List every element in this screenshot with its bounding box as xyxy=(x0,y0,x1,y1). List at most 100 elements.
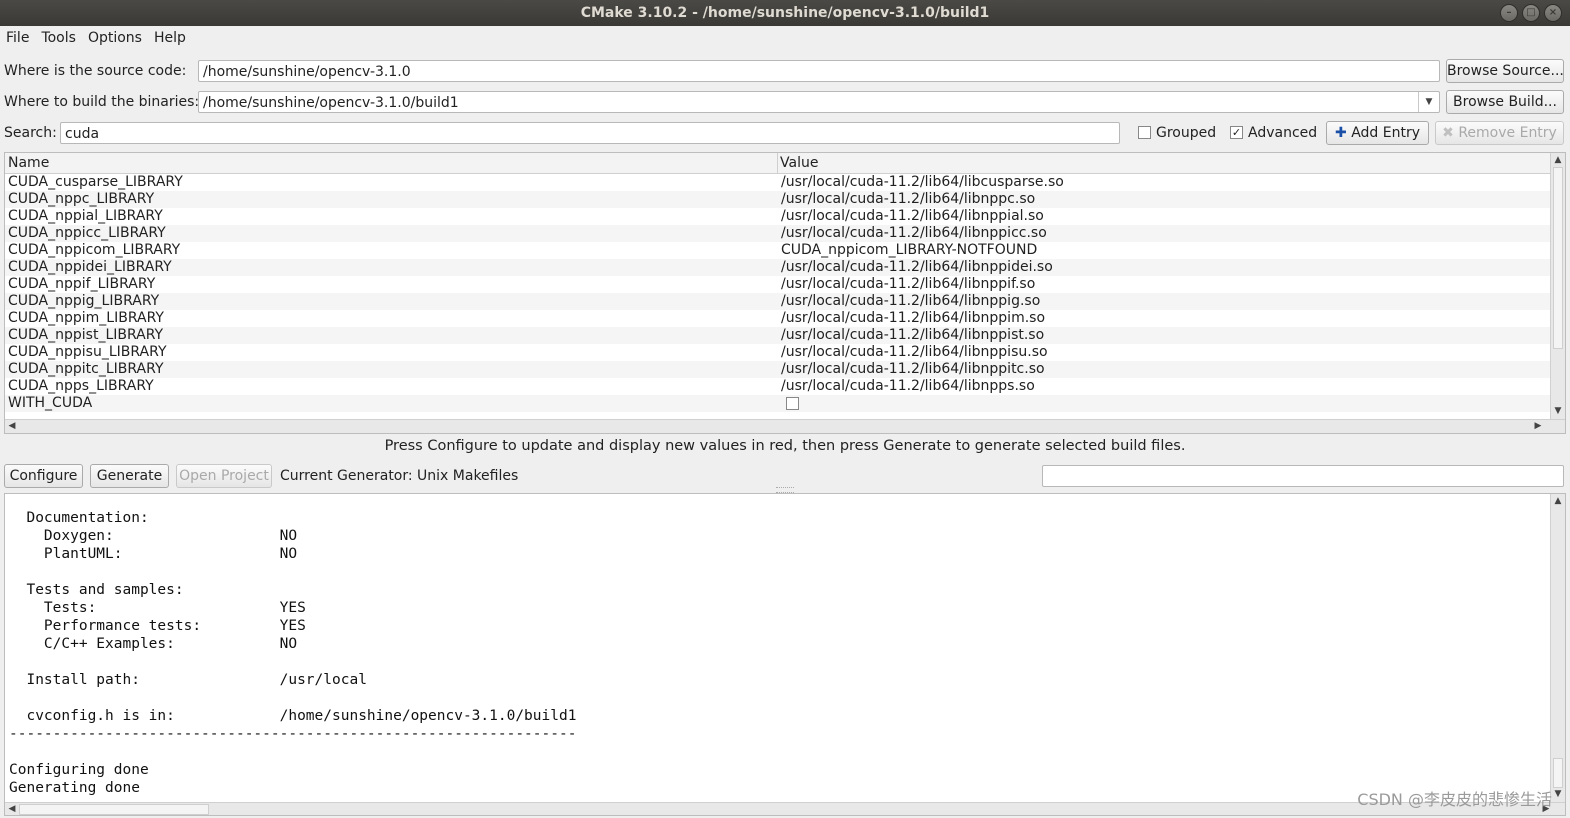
menu-bar: File Tools Options Help xyxy=(0,27,1570,51)
table-row[interactable]: CUDA_cusparse_LIBRARY/usr/local/cuda-11.… xyxy=(5,174,1553,191)
row-name: CUDA_nppidei_LIBRARY xyxy=(8,259,172,275)
scroll-up-icon[interactable]: ▲ xyxy=(1551,155,1565,165)
row-name: CUDA_nppitc_LIBRARY xyxy=(8,361,164,377)
row-value[interactable]: /usr/local/cuda-11.2/lib64/libnppidei.so xyxy=(781,259,1053,276)
cache-table: Name Value CUDA_cusparse_LIBRARY/usr/loc… xyxy=(4,152,1566,434)
with-cuda-checkbox-box[interactable] xyxy=(786,396,799,410)
table-row[interactable]: CUDA_nppim_LIBRARY/usr/local/cuda-11.2/l… xyxy=(5,310,1553,327)
grouped-checkbox[interactable]: Grouped xyxy=(1138,125,1216,141)
row-value[interactable]: /usr/local/cuda-11.2/lib64/libnppif.so xyxy=(781,276,1035,293)
table-row[interactable]: CUDA_nppig_LIBRARY/usr/local/cuda-11.2/l… xyxy=(5,293,1553,310)
remove-entry-button[interactable]: ✖ Remove Entry xyxy=(1435,121,1564,145)
output-log[interactable]: Documentation: Doxygen: NO PlantUML: NO … xyxy=(4,493,1566,816)
table-row[interactable]: CUDA_nppitc_LIBRARY/usr/local/cuda-11.2/… xyxy=(5,361,1553,378)
row-value[interactable]: /usr/local/cuda-11.2/lib64/libnppial.so xyxy=(781,208,1044,225)
row-name: CUDA_nppc_LIBRARY xyxy=(8,191,155,207)
table-row[interactable]: CUDA_nppicom_LIBRARY CUDA_nppicom_LIBRARY… xyxy=(5,242,1553,259)
output-horizontal-scrollbar[interactable]: ◀ ▶ xyxy=(5,802,1565,815)
progress-bar xyxy=(1042,465,1564,487)
row-value[interactable]: /usr/local/cuda-11.2/lib64/libnpps.so xyxy=(781,378,1035,395)
scroll-down-icon[interactable]: ▼ xyxy=(1551,789,1565,799)
build-path-combobox[interactable]: /home/sunshine/opencv-3.1.0/build1 ▼ xyxy=(198,91,1440,113)
table-rows: CUDA_cusparse_LIBRARY/usr/local/cuda-11.… xyxy=(5,174,1553,412)
table-row[interactable]: CUDA_nppist_LIBRARY/usr/local/cuda-11.2/… xyxy=(5,327,1553,344)
window-title: CMake 3.10.2 - /home/sunshine/opencv-3.1… xyxy=(580,5,990,21)
browse-build-button[interactable]: Browse Build... xyxy=(1446,90,1564,114)
row-name: CUDA_nppisu_LIBRARY xyxy=(8,344,167,360)
open-project-button[interactable]: Open Project xyxy=(176,464,272,488)
browse-source-button[interactable]: Browse Source... xyxy=(1446,59,1564,83)
table-row[interactable]: WITH_CUDA xyxy=(5,395,1553,412)
source-path-input[interactable]: /home/sunshine/opencv-3.1.0 xyxy=(198,60,1440,82)
add-entry-label: Add Entry xyxy=(1351,125,1420,141)
table-row[interactable]: CUDA_nppif_LIBRARY/usr/local/cuda-11.2/l… xyxy=(5,276,1553,293)
output-log-text: Documentation: Doxygen: NO PlantUML: NO … xyxy=(9,510,577,796)
chevron-down-icon[interactable]: ▼ xyxy=(1418,92,1439,112)
row-value[interactable]: /usr/local/cuda-11.2/lib64/libnppisu.so xyxy=(781,344,1048,361)
row-name: WITH_CUDA xyxy=(8,395,93,411)
column-header-name[interactable]: Name xyxy=(8,155,49,171)
row-name: CUDA_npps_LIBRARY xyxy=(8,378,154,394)
row-value[interactable]: /usr/local/cuda-11.2/lib64/libnppitc.so xyxy=(781,361,1045,378)
table-row[interactable]: CUDA_nppidei_LIBRARY/usr/local/cuda-11.2… xyxy=(5,259,1553,276)
close-icon[interactable]: × xyxy=(1544,4,1562,22)
table-row[interactable]: CUDA_nppc_LIBRARY/usr/local/cuda-11.2/li… xyxy=(5,191,1553,208)
table-row[interactable]: CUDA_nppicc_LIBRARY/usr/local/cuda-11.2/… xyxy=(5,225,1553,242)
build-path-value: /home/sunshine/opencv-3.1.0/build1 xyxy=(203,95,459,111)
scroll-down-icon[interactable]: ▼ xyxy=(1551,406,1565,416)
grouped-checkbox-box[interactable] xyxy=(1138,125,1151,139)
row-value[interactable]: CUDA_nppicom_LIBRARY-NOTFOUND xyxy=(781,242,1037,259)
row-name: CUDA_nppim_LIBRARY xyxy=(8,310,164,326)
menu-options[interactable]: Options xyxy=(82,27,148,51)
scroll-left-icon[interactable]: ◀ xyxy=(5,421,19,431)
menu-tools[interactable]: Tools xyxy=(35,27,82,51)
row-value[interactable]: /usr/local/cuda-11.2/lib64/libnppc.so xyxy=(781,191,1035,208)
scroll-left-icon[interactable]: ◀ xyxy=(5,804,19,814)
watermark-text: CSDN @李皮皮的悲惨生活 xyxy=(1357,790,1552,809)
scroll-up-icon[interactable]: ▲ xyxy=(1551,496,1565,506)
table-vertical-scrollbar[interactable]: ▲ ▼ xyxy=(1550,153,1565,419)
remove-icon: ✖ xyxy=(1442,125,1454,141)
search-label: Search: xyxy=(4,125,57,141)
minimize-icon[interactable]: – xyxy=(1500,4,1518,22)
row-name: CUDA_nppial_LIBRARY xyxy=(8,208,163,224)
scroll-right-icon[interactable]: ▶ xyxy=(1531,421,1545,431)
column-header-value[interactable]: Value xyxy=(780,155,818,171)
search-input[interactable]: cuda xyxy=(60,122,1120,144)
row-name: CUDA_nppicom_LIBRARY xyxy=(8,242,181,258)
output-vertical-scrollbar[interactable]: ▲ ▼ xyxy=(1550,494,1565,802)
menu-help[interactable]: Help xyxy=(148,27,192,51)
table-row[interactable]: CUDA_nppial_LIBRARY/usr/local/cuda-11.2/… xyxy=(5,208,1553,225)
advanced-label: Advanced xyxy=(1248,125,1318,141)
table-row[interactable]: CUDA_npps_LIBRARY/usr/local/cuda-11.2/li… xyxy=(5,378,1553,395)
row-name: CUDA_nppig_LIBRARY xyxy=(8,293,160,309)
source-label: Where is the source code: xyxy=(4,63,187,79)
row-value[interactable]: /usr/local/cuda-11.2/lib64/libnppicc.so xyxy=(781,225,1047,242)
row-name: CUDA_nppicc_LIBRARY xyxy=(8,225,166,241)
build-label: Where to build the binaries: xyxy=(4,94,200,110)
table-row[interactable]: CUDA_nppisu_LIBRARY/usr/local/cuda-11.2/… xyxy=(5,344,1553,361)
add-entry-button[interactable]: ✚ Add Entry xyxy=(1326,121,1429,145)
row-value[interactable]: /usr/local/cuda-11.2/lib64/libnppist.so xyxy=(781,327,1044,344)
table-horizontal-scrollbar[interactable]: ◀ ▶ xyxy=(5,419,1565,433)
vertical-scroll-thumb[interactable] xyxy=(1553,758,1563,788)
configure-button[interactable]: Configure xyxy=(4,464,83,488)
maximize-icon[interactable]: □ xyxy=(1522,4,1540,22)
horizontal-scroll-thumb[interactable] xyxy=(19,804,209,815)
generate-button[interactable]: Generate xyxy=(90,464,169,488)
row-value[interactable]: /usr/local/cuda-11.2/lib64/libnppim.so xyxy=(781,310,1045,327)
row-value[interactable]: /usr/local/cuda-11.2/lib64/libnppig.so xyxy=(781,293,1040,310)
advanced-checkbox-box[interactable]: ✓ xyxy=(1230,125,1243,139)
advanced-checkbox[interactable]: ✓ Advanced xyxy=(1230,125,1317,141)
with-cuda-checkbox[interactable] xyxy=(781,395,804,412)
title-bar: CMake 3.10.2 - /home/sunshine/opencv-3.1… xyxy=(0,0,1570,26)
current-generator-label: Current Generator: Unix Makefiles xyxy=(280,468,519,484)
table-header: Name Value xyxy=(5,153,1553,174)
vertical-scroll-thumb[interactable] xyxy=(1553,167,1563,349)
menu-file[interactable]: File xyxy=(0,27,35,51)
remove-entry-label: Remove Entry xyxy=(1458,125,1557,141)
row-name: CUDA_nppist_LIBRARY xyxy=(8,327,164,343)
column-separator[interactable] xyxy=(777,153,778,173)
row-value[interactable]: /usr/local/cuda-11.2/lib64/libcusparse.s… xyxy=(781,174,1064,191)
row-name: CUDA_nppif_LIBRARY xyxy=(8,276,156,292)
